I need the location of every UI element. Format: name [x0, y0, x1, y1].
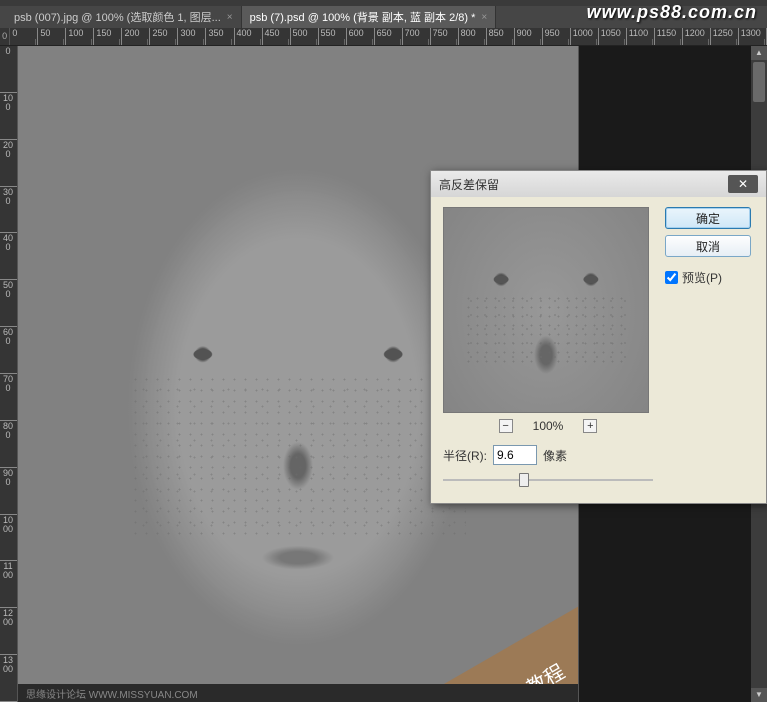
footer-watermark: 思缘设计论坛 WWW.MISSYUAN.COM	[18, 684, 578, 702]
tab-label: psb (7).psd @ 100% (背景 副本, 蓝 副本 2/8) *	[250, 9, 476, 25]
close-icon[interactable]: ×	[481, 12, 487, 23]
radius-input[interactable]	[493, 445, 537, 465]
ruler-vertical[interactable]: 0 100 200 300 400 500 600 700 800 900 10…	[0, 46, 18, 702]
zoom-percent: 100%	[533, 419, 564, 433]
preview-checkbox[interactable]	[665, 271, 678, 284]
ok-button[interactable]: 确定	[665, 207, 751, 229]
tab-document-2[interactable]: psb (7).psd @ 100% (背景 副本, 蓝 副本 2/8) * ×	[242, 6, 497, 28]
tab-label: psb (007).jpg @ 100% (选取颜色 1, 图层...	[14, 9, 221, 25]
preview-checkbox-row[interactable]: 预览(P)	[665, 269, 751, 286]
radius-label: 半径(R):	[443, 447, 487, 464]
slider-thumb[interactable]	[519, 473, 529, 487]
ruler-horizontal[interactable]: 0 0 50 100 150 200 250 300 350 400 450 5…	[0, 28, 767, 46]
scroll-down-icon[interactable]: ▼	[751, 688, 767, 702]
radius-unit: 像素	[543, 447, 567, 464]
zoom-in-button[interactable]: +	[583, 419, 597, 433]
preview-checkbox-label: 预览(P)	[682, 269, 722, 286]
scroll-up-icon[interactable]: ▲	[751, 46, 767, 60]
scroll-thumb[interactable]	[753, 62, 765, 102]
filter-preview[interactable]	[443, 207, 649, 413]
high-pass-dialog[interactable]: 高反差保留 ✕ − 100% + 半径(R): 像素 确定 取	[430, 170, 767, 504]
ruler-corner: 0	[0, 28, 10, 45]
close-icon[interactable]: ✕	[728, 175, 758, 193]
close-icon[interactable]: ×	[227, 12, 233, 23]
dialog-title: 高反差保留	[439, 176, 499, 193]
zoom-out-button[interactable]: −	[499, 419, 513, 433]
preview-image	[444, 208, 648, 412]
dialog-titlebar[interactable]: 高反差保留 ✕	[431, 171, 766, 197]
watermark-url: www.ps88.com.cn	[587, 2, 757, 23]
cancel-button[interactable]: 取消	[665, 235, 751, 257]
radius-slider[interactable]	[443, 471, 653, 489]
tab-document-1[interactable]: psb (007).jpg @ 100% (选取颜色 1, 图层... ×	[6, 6, 242, 28]
